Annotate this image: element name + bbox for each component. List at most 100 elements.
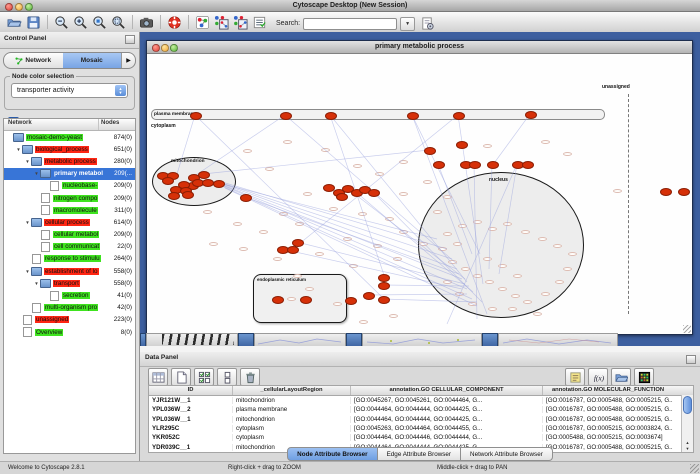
network-node[interactable] xyxy=(213,180,225,188)
network-node[interactable] xyxy=(168,192,180,200)
tree-row[interactable]: macromolecule311(0) xyxy=(4,204,135,216)
select-attributes-icon[interactable] xyxy=(194,368,214,386)
tab-edge-attribute-browser[interactable]: Edge Attribute Browser xyxy=(378,447,461,461)
close-view-icon[interactable] xyxy=(152,44,160,52)
view-resize-grip[interactable] xyxy=(683,325,691,333)
function-builder-icon[interactable]: f(x) xyxy=(588,368,608,386)
tree-row[interactable]: mosaic-demo-yeast874(0) xyxy=(4,131,135,143)
tree-row[interactable]: ▼transport558(0) xyxy=(4,277,135,289)
network-node[interactable] xyxy=(190,112,202,120)
import-folder-icon[interactable] xyxy=(611,368,631,386)
network-node[interactable] xyxy=(522,161,534,169)
table-icon[interactable] xyxy=(148,368,168,386)
column-header[interactable]: _cellularLayoutRegion xyxy=(233,386,351,395)
tree-column-nodes[interactable]: Nodes xyxy=(99,119,135,130)
table-row[interactable]: YPL036W__1mitochondrion[GO:0044464, GO:0… xyxy=(149,415,693,424)
tab-overflow-arrow-icon[interactable]: ▶ xyxy=(121,53,135,68)
table-scrollbar[interactable]: ▲ ▼ xyxy=(681,395,693,452)
network-node[interactable] xyxy=(456,141,468,149)
network-window-titlebar[interactable]: primary metabolic process xyxy=(147,41,692,54)
network-node[interactable] xyxy=(272,296,284,304)
disclosure-triangle-icon[interactable]: ▼ xyxy=(15,147,22,152)
network-node[interactable] xyxy=(469,161,481,169)
disclosure-triangle-icon[interactable]: ▼ xyxy=(33,171,40,176)
search-dropdown-icon[interactable]: ▼ xyxy=(400,17,415,31)
network-node[interactable] xyxy=(378,296,390,304)
network-node[interactable] xyxy=(300,296,312,304)
network-node[interactable] xyxy=(287,246,299,254)
tab-network-attribute-browser[interactable]: Network Attribute Browser xyxy=(461,447,553,461)
help-lifesaver-icon[interactable] xyxy=(165,14,184,31)
tree-row[interactable]: ▼biological_process651(0) xyxy=(4,143,135,155)
network-node[interactable] xyxy=(280,112,292,120)
close-window-icon[interactable] xyxy=(5,3,13,11)
tree-row[interactable]: cell communicat22(0) xyxy=(4,241,135,253)
zoom-in-icon[interactable] xyxy=(71,14,90,31)
float-panel-icon[interactable] xyxy=(686,355,696,364)
float-panel-icon[interactable] xyxy=(125,35,135,44)
zoom-view-icon[interactable] xyxy=(170,44,178,52)
column-header[interactable]: ID xyxy=(149,386,233,395)
network-view-window[interactable]: primary metabolic process plasma membran… xyxy=(146,40,693,335)
tree-row[interactable]: cellular metabol209(0) xyxy=(4,229,135,241)
network-node[interactable] xyxy=(198,171,210,179)
network-node[interactable] xyxy=(678,188,690,196)
unselect-attributes-icon[interactable] xyxy=(217,368,237,386)
disclosure-triangle-icon[interactable]: ▼ xyxy=(24,159,31,164)
vizmapper-icon[interactable] xyxy=(193,14,212,31)
title-bar[interactable]: Cytoscape Desktop (New Session) xyxy=(0,0,700,12)
minimize-view-icon[interactable] xyxy=(161,44,169,52)
disclosure-triangle-icon[interactable]: ▼ xyxy=(24,220,31,225)
open-file-icon[interactable] xyxy=(5,14,24,31)
snapshot-camera-icon[interactable] xyxy=(137,14,156,31)
network-node[interactable] xyxy=(336,193,348,201)
tree-row[interactable]: unassigned223(0) xyxy=(4,314,135,326)
network-node[interactable] xyxy=(378,282,390,290)
network-node[interactable] xyxy=(487,161,499,169)
zoom-fit-icon[interactable] xyxy=(109,14,128,31)
tab-network[interactable]: Network xyxy=(4,53,63,68)
tree-row[interactable]: nitrogen compo209(0) xyxy=(4,192,135,204)
tree-row[interactable]: ▼cellular process614(0) xyxy=(4,216,135,228)
network-node[interactable] xyxy=(345,297,357,305)
tree-row[interactable]: secretion41(0) xyxy=(4,289,135,301)
column-header[interactable]: annotation.GO CELLULAR_COMPONENT xyxy=(351,386,543,395)
network-node[interactable] xyxy=(162,177,174,185)
tree-row[interactable]: multi-organism pro42(0) xyxy=(4,302,135,314)
table-row[interactable]: YLR295Ccytoplasm[GO:0045263, GO:0044464,… xyxy=(149,424,693,433)
layout-edges-icon[interactable] xyxy=(231,14,250,31)
trash-icon[interactable] xyxy=(240,368,260,386)
network-node[interactable] xyxy=(363,292,375,300)
scrollbar-thumb[interactable] xyxy=(683,396,692,414)
network-node[interactable] xyxy=(433,161,445,169)
table-row[interactable]: YKR052Ccytoplasm[GO:0044464, GO:0044446,… xyxy=(149,433,693,442)
network-node[interactable] xyxy=(407,112,419,120)
tree-row[interactable]: ▼metabolic process280(0) xyxy=(4,155,135,167)
table-row[interactable]: YJR121W__1mitochondrion[GO:0045267, GO:0… xyxy=(149,396,693,405)
network-node[interactable] xyxy=(453,112,465,120)
search-options-icon[interactable] xyxy=(418,15,437,32)
network-canvas[interactable]: plasma membrane cytoplasm mitochondrion … xyxy=(147,54,692,334)
disclosure-triangle-icon[interactable]: ▼ xyxy=(33,281,40,286)
tab-mosaic[interactable]: Mosaic xyxy=(63,53,122,68)
network-node[interactable] xyxy=(660,188,672,196)
new-attribute-icon[interactable] xyxy=(171,368,191,386)
disclosure-triangle-icon[interactable]: ▼ xyxy=(24,269,31,274)
tree-row[interactable]: nucleobase-209(0) xyxy=(4,180,135,192)
table-row[interactable]: YPL036W__2plasma membrane[GO:0044464, GO… xyxy=(149,405,693,414)
network-node[interactable] xyxy=(368,189,380,197)
search-input[interactable] xyxy=(303,18,397,30)
zoom-selected-icon[interactable] xyxy=(90,14,109,31)
filter-list-icon[interactable] xyxy=(250,14,269,31)
tree-row[interactable]: Overview8(0) xyxy=(4,326,135,338)
network-node[interactable] xyxy=(378,274,390,282)
tree-column-network[interactable]: Network xyxy=(4,119,99,130)
network-node[interactable] xyxy=(525,111,537,119)
minimize-window-icon[interactable] xyxy=(15,3,23,11)
annotation-icon[interactable] xyxy=(565,368,585,386)
network-node[interactable] xyxy=(325,112,337,120)
tab-node-attribute-browser[interactable]: Node Attribute Browser xyxy=(287,447,377,461)
node-color-dropdown[interactable]: transporter activity ▲▼ xyxy=(11,83,128,98)
layout-nodes-icon[interactable] xyxy=(212,14,231,31)
tree-row[interactable]: ▼establishment of lo558(0) xyxy=(4,265,135,277)
